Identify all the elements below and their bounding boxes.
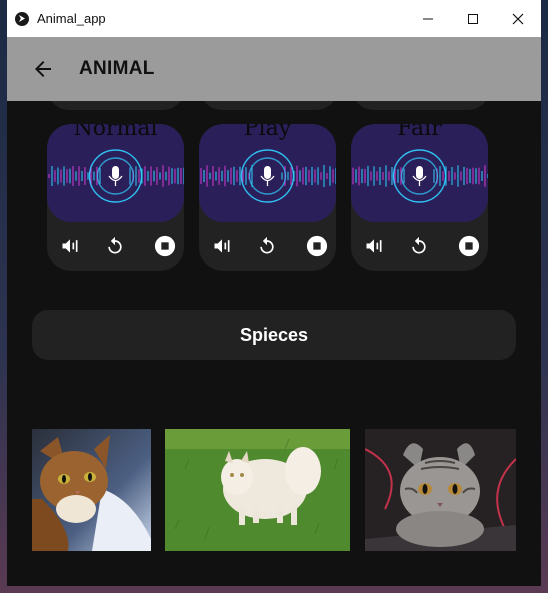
maximize-button[interactable] (450, 0, 496, 37)
volume-icon (62, 239, 78, 253)
abyssinian-cat-image (32, 429, 151, 551)
close-button[interactable] (495, 0, 541, 37)
cat-photo-white-fluffy[interactable] (165, 429, 350, 551)
volume-button[interactable] (58, 234, 82, 258)
sound-card-normal[interactable]: Normal (47, 124, 184, 271)
sound-wave-image: Fair (351, 124, 488, 222)
stop-icon (458, 235, 480, 257)
microphone-icon (264, 166, 271, 179)
sound-card-fair[interactable]: Fair (351, 124, 488, 271)
cat-photo-abyssinian[interactable] (32, 429, 151, 551)
species-label: Spieces (239, 324, 309, 345)
sound-card-label: Play (243, 124, 292, 141)
flutter-app-icon (15, 12, 29, 26)
maximize-icon (468, 13, 478, 24)
replay-icon (412, 236, 426, 254)
sound-wave (48, 149, 184, 203)
volume-icon (366, 239, 382, 253)
replay-button[interactable] (103, 234, 127, 258)
sound-card-label: Normal (73, 124, 158, 141)
microphone-icon (112, 166, 119, 179)
title-bar: Animal_app (7, 0, 541, 37)
stop-button[interactable] (457, 234, 481, 258)
app-bar: ANIMAL (7, 37, 541, 101)
cat-photo-american-curl[interactable] (365, 429, 516, 551)
arrow-back-icon[interactable] (31, 57, 55, 81)
white-fluffy-cat-image (165, 429, 350, 551)
stop-icon (306, 235, 328, 257)
close-icon (512, 13, 524, 24)
species-button[interactable]: Spieces (32, 310, 516, 360)
replay-button[interactable] (407, 234, 431, 258)
page-title: ANIMAL (79, 58, 155, 79)
replay-button[interactable] (255, 234, 279, 258)
stop-button[interactable] (305, 234, 329, 258)
sound-wave-image: Play (199, 124, 336, 222)
window-title: Animal_app (37, 11, 106, 26)
volume-icon (214, 239, 230, 253)
sound-card-play[interactable]: Play (199, 124, 336, 271)
volume-button[interactable] (210, 234, 234, 258)
playback-controls (47, 234, 184, 258)
stop-icon (154, 235, 176, 257)
volume-button[interactable] (362, 234, 386, 258)
stop-button[interactable] (153, 234, 177, 258)
sound-wave (352, 149, 488, 203)
replay-icon (260, 236, 274, 254)
minimize-button[interactable] (405, 0, 451, 37)
app-window: Animal_app ANIMAL Normal Play Fair Spiec… (7, 0, 541, 586)
minimize-icon (423, 18, 433, 19)
playback-controls (351, 234, 488, 258)
replay-icon (108, 236, 122, 254)
sound-card-label: Fair (397, 124, 442, 141)
playback-controls (199, 234, 336, 258)
sound-wave (200, 149, 336, 203)
american-curl-cat-image (365, 429, 516, 551)
microphone-icon (416, 166, 423, 179)
sound-wave-image: Normal (47, 124, 184, 222)
